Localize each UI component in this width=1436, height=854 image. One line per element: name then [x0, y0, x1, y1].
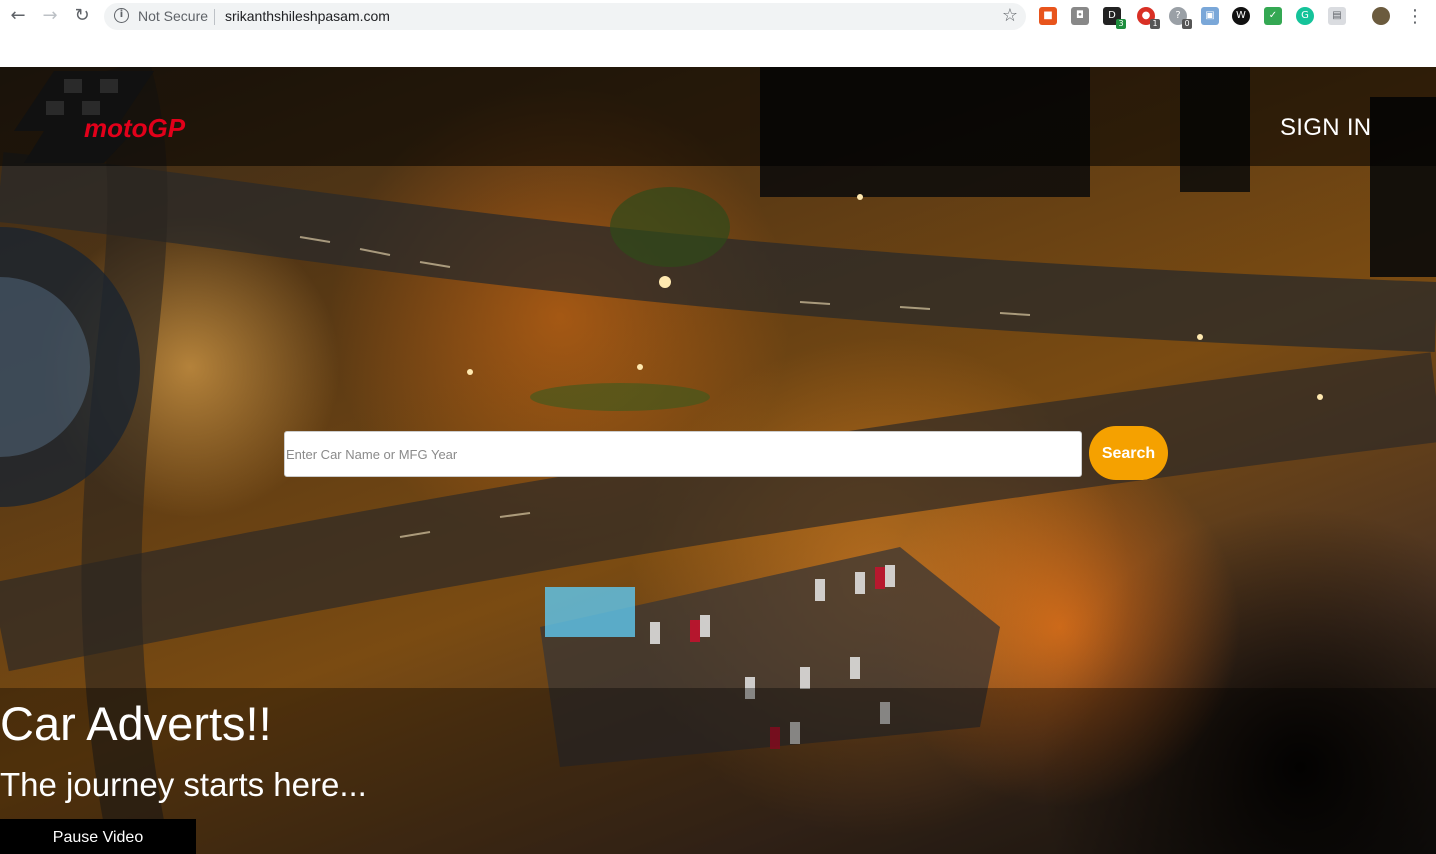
grammarly-icon[interactable]: G	[1296, 7, 1314, 25]
extension-badge: 0	[1182, 19, 1192, 29]
site-header	[0, 67, 1436, 166]
d-extension-icon[interactable]: D3	[1103, 7, 1126, 29]
question-extension-icon[interactable]: ? 0	[1169, 7, 1192, 29]
office-extension-icon[interactable]: ■	[1039, 7, 1057, 25]
address-separator	[214, 9, 215, 25]
forward-icon[interactable]: →	[38, 4, 62, 28]
browser-toolbar: ← → ↻ i Not Secure srikanthshileshpasam.…	[0, 0, 1436, 32]
w-extension-icon[interactable]: W	[1232, 7, 1250, 25]
motogp-logo[interactable]: motoGP	[14, 71, 194, 163]
logo-text: motoGP	[84, 113, 186, 143]
search-button[interactable]: Search	[1089, 426, 1168, 480]
back-icon[interactable]: ←	[6, 4, 30, 28]
info-icon[interactable]: i	[114, 8, 129, 23]
pause-video-button[interactable]: Pause Video	[0, 819, 196, 854]
extension-badge: 3	[1116, 19, 1126, 29]
not-secure-label: Not Secure	[138, 8, 209, 24]
search-input[interactable]	[284, 431, 1082, 477]
bookmark-star-icon[interactable]: ☆	[1002, 5, 1018, 26]
more-menu-icon[interactable]: ⋮	[1406, 6, 1424, 27]
address-bar[interactable]: i Not Secure srikanthshileshpasam.com ☆	[104, 3, 1026, 30]
profile-avatar[interactable]	[1372, 7, 1390, 25]
hero-video: motoGP SIGN IN Search Car Adverts!! The …	[0, 67, 1436, 854]
red-extension-icon[interactable]: ● 1	[1137, 7, 1160, 29]
extension-badge: 1	[1150, 19, 1160, 29]
inbox-extension-icon[interactable]: ✓	[1264, 7, 1282, 25]
hero-headline: Car Adverts!!	[0, 697, 272, 750]
camera-extension-icon[interactable]: ◘	[1071, 7, 1089, 25]
document-extension-icon[interactable]: ▤	[1328, 7, 1346, 25]
url-text[interactable]: srikanthshileshpasam.com	[225, 8, 390, 24]
hero-tagline: The journey starts here...	[0, 766, 367, 803]
sign-in-link[interactable]: SIGN IN	[1280, 114, 1371, 142]
reload-icon[interactable]: ↻	[70, 4, 94, 28]
screen-extension-icon[interactable]: ▣	[1201, 7, 1219, 25]
